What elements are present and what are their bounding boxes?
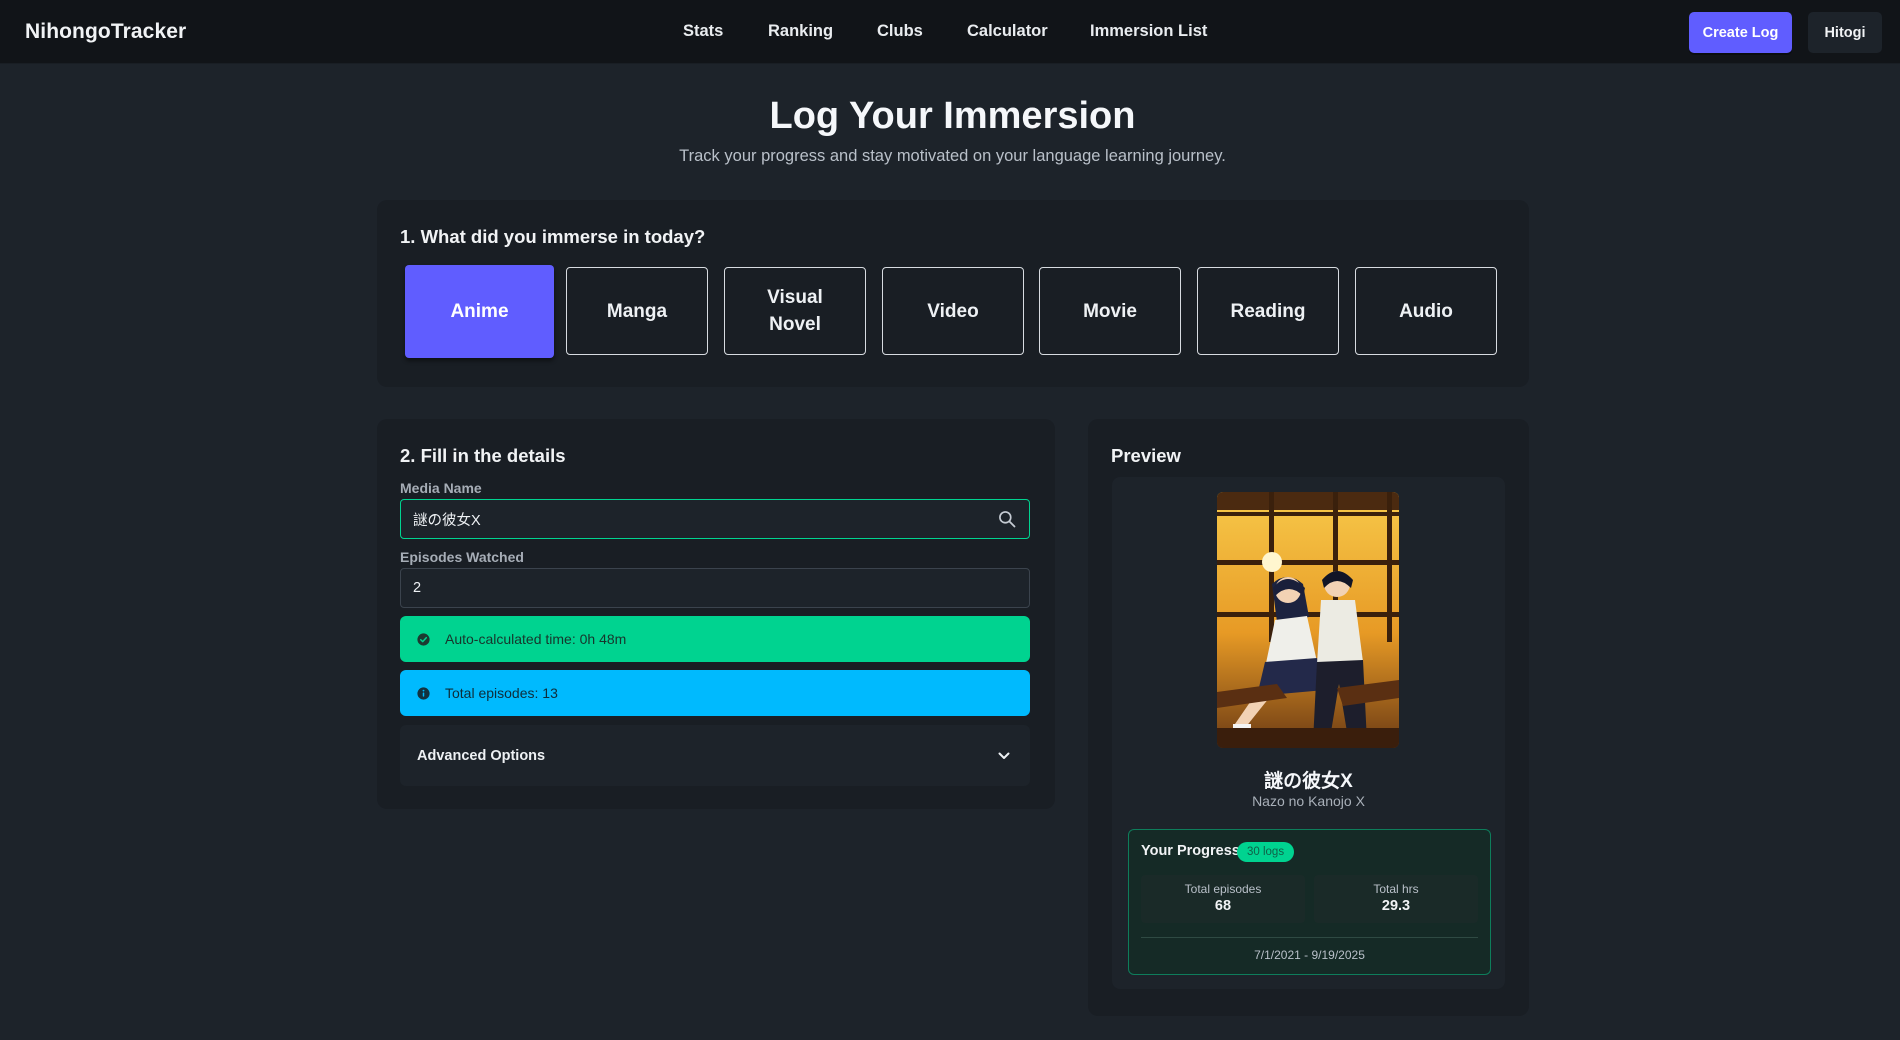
advanced-options-toggle[interactable]: Advanced Options xyxy=(400,725,1030,786)
media-name-label: Media Name xyxy=(400,480,482,496)
preview-panel: 謎の彼女X Nazo no Kanojo X Your Progress 30 … xyxy=(1112,477,1505,989)
stat-total-episodes-label: Total episodes xyxy=(1184,882,1262,896)
media-name-value: 謎の彼女X xyxy=(413,512,481,529)
user-menu-button[interactable]: Hitogi xyxy=(1808,12,1882,53)
total-episodes-alert: Total episodes: 13 xyxy=(400,670,1030,716)
type-button-manga[interactable]: Manga xyxy=(566,267,708,355)
nav-link-ranking[interactable]: Ranking xyxy=(768,22,833,41)
preview-card: Preview 謎の彼女X Nazo no Kanojo X Your Prog… xyxy=(1088,419,1529,1016)
type-button-anime[interactable]: Anime xyxy=(405,265,554,358)
media-name-input[interactable]: 謎の彼女X xyxy=(400,499,1030,539)
total-episodes-text: Total episodes: 13 xyxy=(445,685,558,701)
page-title: Log Your Immersion xyxy=(769,95,1136,137)
type-button-visual-novel[interactable]: Visual Novel xyxy=(724,267,866,355)
nav-link-stats[interactable]: Stats xyxy=(683,22,723,41)
media-type-card: 1. What did you immerse in today? Anime … xyxy=(377,200,1529,387)
nav-links: Stats Ranking Clubs Calculator Immersion… xyxy=(0,22,1900,46)
divider xyxy=(1141,937,1478,938)
date-range: 7/1/2021 - 9/19/2025 xyxy=(1254,948,1365,962)
preview-title: Preview xyxy=(1111,445,1181,466)
auto-time-text: Auto-calculated time: 0h 48m xyxy=(445,631,627,647)
nav-link-calculator[interactable]: Calculator xyxy=(967,22,1048,41)
media-romaji: Nazo no Kanojo X xyxy=(1252,793,1365,809)
details-card: 2. Fill in the details Media Name 謎の彼女X … xyxy=(377,419,1055,809)
page-subtitle: Track your progress and stay motivated o… xyxy=(679,147,1226,165)
navbar: NihongoTracker Stats Ranking Clubs Calcu… xyxy=(0,0,1900,64)
episodes-value: 2 xyxy=(413,580,422,596)
stat-total-hours-value: 29.3 xyxy=(1381,898,1411,914)
episodes-label: Episodes Watched xyxy=(400,549,524,565)
info-icon xyxy=(417,686,430,700)
search-icon[interactable] xyxy=(997,509,1017,529)
stat-total-hours: Total hrs 29.3 xyxy=(1314,875,1478,923)
advanced-options-label: Advanced Options xyxy=(417,747,546,764)
step1-title: 1. What did you immerse in today? xyxy=(400,226,706,247)
create-log-button[interactable]: Create Log xyxy=(1689,12,1792,53)
progress-title: Your Progress xyxy=(1141,843,1240,859)
check-circle-icon xyxy=(417,632,430,646)
episodes-input[interactable]: 2 xyxy=(400,568,1030,608)
type-button-reading[interactable]: Reading xyxy=(1197,267,1339,355)
cover-image xyxy=(1217,492,1399,748)
type-button-audio[interactable]: Audio xyxy=(1355,267,1497,355)
type-button-movie[interactable]: Movie xyxy=(1039,267,1181,355)
stat-total-episodes: Total episodes 68 xyxy=(1141,875,1305,923)
stat-total-episodes-value: 68 xyxy=(1214,898,1232,914)
nav-link-immersion-list[interactable]: Immersion List xyxy=(1090,22,1207,41)
auto-time-alert: Auto-calculated time: 0h 48m xyxy=(400,616,1030,662)
type-button-video[interactable]: Video xyxy=(882,267,1024,355)
chevron-down-icon xyxy=(998,752,1010,759)
media-title: 謎の彼女X xyxy=(1264,771,1353,792)
stat-total-hours-label: Total hrs xyxy=(1373,882,1419,896)
progress-box: Your Progress 30 logs Total episodes 68 … xyxy=(1128,829,1491,975)
step2-title: 2. Fill in the details xyxy=(400,445,566,466)
logs-badge: 30 logs xyxy=(1237,842,1295,862)
nav-link-clubs[interactable]: Clubs xyxy=(877,22,923,41)
